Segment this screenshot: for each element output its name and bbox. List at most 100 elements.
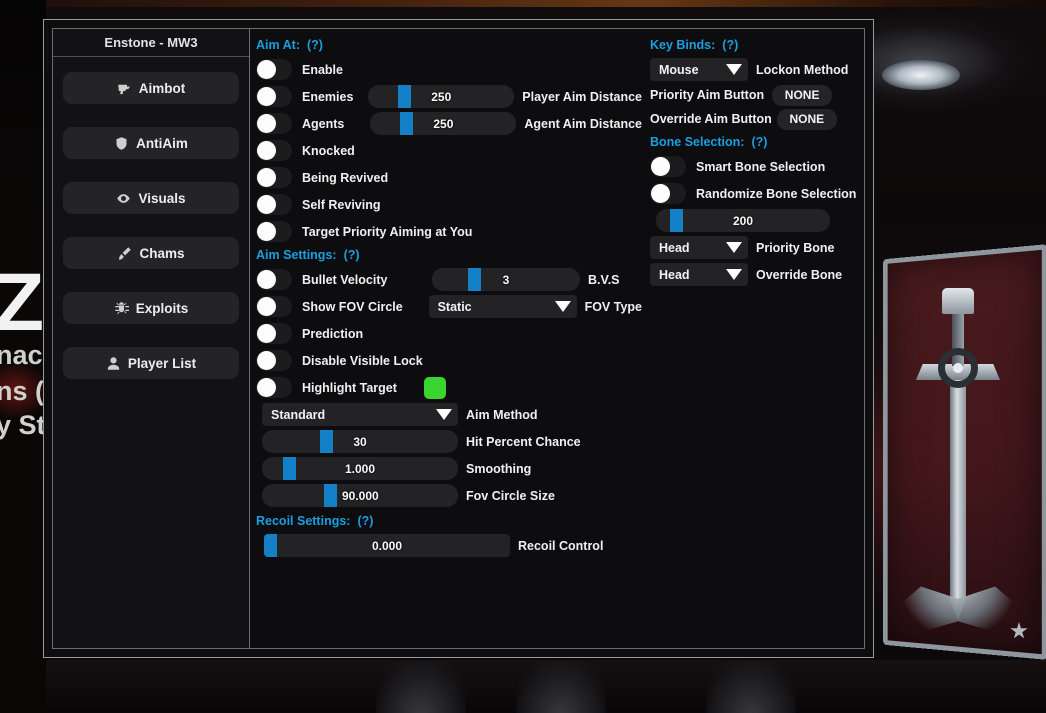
toggle-enable[interactable] (256, 59, 292, 80)
key-binds-help-icon[interactable]: (?) (722, 38, 738, 52)
background-ceiling-lamp (882, 60, 960, 90)
background-text-line-1: nacc (0, 340, 46, 370)
slider-bvs[interactable]: 3 (432, 268, 580, 291)
slider-smoothing[interactable]: 1.000 (262, 457, 458, 480)
slider-value: 30 (353, 434, 367, 449)
dropdown-override-bone[interactable]: Head (650, 263, 748, 286)
row-disable-visible-lock: Disable Visible Lock (256, 347, 642, 374)
row-enable: Enable (256, 56, 642, 83)
label-override-aim-button: Override Aim Button (650, 112, 772, 126)
dropdown-lockon-method[interactable]: Mouse (650, 58, 748, 81)
row-knocked: Knocked (256, 137, 642, 164)
toggle-smart-bone-selection[interactable] (650, 156, 686, 177)
toggle-knob (257, 195, 276, 214)
row-fov-circle-size: 90.000 Fov Circle Size (256, 482, 642, 509)
label-priority-bone: Priority Bone (756, 240, 835, 255)
slider-fov-circle-size[interactable]: 90.000 (262, 484, 458, 507)
sidebar-item-chams[interactable]: Chams (63, 237, 239, 269)
sidebar-item-player-list[interactable]: Player List (63, 347, 239, 379)
slider-value: 3 (502, 272, 510, 287)
toggle-randomize-bone-selection[interactable] (650, 183, 686, 204)
label-target-priority-aiming-at-you: Target Priority Aiming at You (302, 224, 473, 239)
toggle-agents[interactable] (256, 113, 292, 134)
toggle-knob (257, 378, 276, 397)
label-enemies: Enemies (302, 89, 354, 104)
label-recoil-control: Recoil Control (518, 538, 604, 553)
toggle-knob (257, 297, 276, 316)
aim-at-help-icon[interactable]: (?) (307, 38, 323, 52)
aim-settings-help-icon[interactable]: (?) (344, 248, 360, 262)
label-agents: Agents (302, 116, 345, 131)
color-swatch-highlight-target[interactable] (424, 376, 446, 399)
label-prediction: Prediction (302, 326, 364, 341)
section-header-aim-at: Aim At: (?) (256, 38, 642, 52)
background-figure (516, 660, 606, 713)
slider-value: 200 (732, 213, 754, 228)
toggle-knob (651, 157, 670, 176)
row-smart-bone-selection: Smart Bone Selection (650, 153, 864, 180)
aim-settings-header-label: Aim Settings: (256, 248, 337, 262)
recoil-settings-help-icon[interactable]: (?) (357, 514, 373, 528)
row-show-fov-circle: Show FOV Circle Static FOV Type (256, 293, 642, 320)
toggle-target-priority-aiming-at-you[interactable] (256, 221, 292, 242)
slider-player-aim-distance[interactable]: 250 (368, 85, 515, 108)
dropdown-fov-type[interactable]: Static (428, 295, 577, 318)
label-bullet-velocity: Bullet Velocity (302, 272, 388, 287)
dropdown-aim-method[interactable]: Standard (262, 403, 458, 426)
row-target-priority: Target Priority Aiming at You (256, 218, 642, 245)
label-agent-aim-distance: Agent Aim Distance (524, 116, 642, 131)
label-fov-circle-size: Fov Circle Size (466, 488, 555, 503)
keybind-override-aim-button[interactable]: NONE (776, 108, 837, 130)
background-figure (706, 660, 796, 713)
row-agents: Agents 250 Agent Aim Distance (256, 110, 642, 137)
label-hit-percent-chance: Hit Percent Chance (466, 434, 581, 449)
sidebar-item-label: Player List (127, 355, 197, 371)
section-header-recoil-settings: Recoil Settings: (?) (256, 514, 642, 528)
row-prediction: Prediction (256, 320, 642, 347)
bone-selection-help-icon[interactable]: (?) (751, 135, 767, 149)
toggle-show-fov-circle[interactable] (256, 296, 292, 317)
toggle-bullet-velocity[interactable] (256, 269, 292, 290)
label-randomize-bone-selection: Randomize Bone Selection (696, 186, 857, 201)
chevron-down-icon (554, 301, 571, 312)
slider-hit-percent-chance[interactable]: 30 (262, 430, 458, 453)
dropdown-priority-bone[interactable]: Head (650, 236, 748, 259)
slider-value: 90.000 (342, 488, 379, 503)
toggle-highlight-target[interactable] (256, 377, 292, 398)
dropdown-value: Head (659, 267, 690, 282)
toggle-knob (257, 168, 276, 187)
shield-icon (114, 136, 129, 151)
slider-value: 250 (433, 116, 454, 131)
sidebar-item-exploits[interactable]: Exploits (63, 292, 239, 324)
toggle-being-revived[interactable] (256, 167, 292, 188)
sidebar-item-label: Visuals (138, 190, 186, 206)
slider-recoil-control[interactable]: 0.000 (264, 534, 510, 557)
dropdown-value: Standard (271, 407, 326, 422)
slider-agent-aim-distance[interactable]: 250 (370, 112, 517, 135)
background-text-line-2: ns ( (0, 376, 45, 406)
chevron-down-icon (726, 64, 742, 75)
toggle-enemies[interactable] (256, 86, 292, 107)
toggle-self-reviving[interactable] (256, 194, 292, 215)
background-big-letter: Z (0, 257, 44, 348)
label-lockon-method: Lockon Method (756, 62, 849, 77)
cheat-menu-window: Enstone - MW3 Aimbot AntiAim Visuals Cha… (43, 19, 874, 658)
toggle-knocked[interactable] (256, 140, 292, 161)
keybind-priority-aim-button[interactable]: NONE (772, 84, 833, 106)
cheat-menu-inner: Enstone - MW3 Aimbot AntiAim Visuals Cha… (52, 28, 865, 649)
dropdown-value: Head (659, 240, 690, 255)
sidebar-item-aimbot[interactable]: Aimbot (63, 72, 239, 104)
bone-selection-header-label: Bone Selection: (650, 135, 745, 149)
slider-value: 250 (431, 89, 452, 104)
toggle-prediction[interactable] (256, 323, 292, 344)
sidebar-items: Aimbot AntiAim Visuals Chams Exploits Pl… (53, 57, 249, 379)
row-priority-bone: Head Priority Bone (650, 234, 864, 261)
label-self-reviving: Self Reviving (302, 197, 381, 212)
toggle-disable-visible-lock[interactable] (256, 350, 292, 371)
crest-sword-blade (950, 370, 966, 620)
chevron-down-icon (436, 409, 452, 420)
row-randomize-slider: 200 (650, 207, 864, 234)
sidebar-item-antiaim[interactable]: AntiAim (63, 127, 239, 159)
sidebar-item-visuals[interactable]: Visuals (63, 182, 239, 214)
slider-randomize-bone[interactable]: 200 (656, 209, 830, 232)
